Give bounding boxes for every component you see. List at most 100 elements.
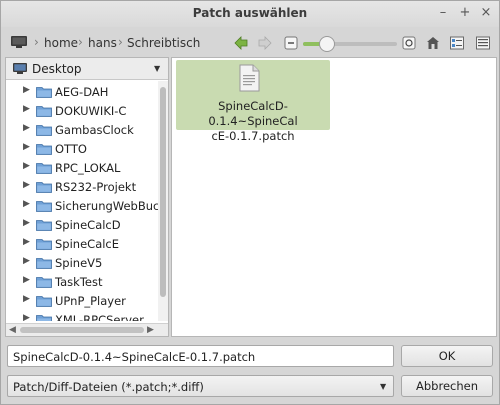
folder-label: SpineV5: [55, 256, 103, 270]
breadcrumb-home[interactable]: home: [44, 36, 78, 50]
expand-arrow-icon[interactable]: ▶: [23, 275, 30, 285]
folder-label: SpineCalcD: [55, 218, 121, 232]
folder-tree-item[interactable]: ▶ SpineV5: [6, 253, 158, 272]
folder-label: UPnP_Player: [55, 294, 126, 308]
ok-button[interactable]: OK: [401, 345, 493, 367]
folder-icon: [36, 220, 52, 231]
filter-value: Patch/Diff-Dateien (*.patch;*.diff): [13, 380, 204, 394]
horizontal-scrollbar[interactable]: ◀ ▶: [6, 323, 168, 336]
vertical-scrollbar[interactable]: [158, 81, 168, 321]
file-view: SpineCalcD-0.1.4~SpineCal cE-0.1.7.patch: [171, 57, 497, 337]
location-label: Desktop: [32, 62, 82, 76]
folder-icon: [36, 296, 52, 307]
folder-icon: [36, 106, 52, 117]
folder-icon: [36, 239, 52, 250]
folder-icon: [36, 201, 52, 212]
expand-arrow-icon[interactable]: ▶: [23, 313, 30, 321]
folder-label: SpineCalcE: [55, 237, 120, 251]
file-name-line: SpineCalcD-0.1.4~SpineCal: [208, 99, 298, 128]
zoom-out-icon[interactable]: [283, 35, 299, 51]
location-dropdown[interactable]: Desktop ▼: [6, 58, 168, 80]
folder-icon: [36, 163, 52, 174]
folder-tree-item[interactable]: ▶ UPnP_Player: [6, 291, 158, 310]
folder-tree-item[interactable]: ▶ RPC_LOKAL: [6, 158, 158, 177]
folder-label: GambasClock: [55, 123, 134, 137]
folder-tree: ▶ AEG-DAH ▶ DOKUWIKI-C ▶ GambasClock ▶ OTTO ▶ RPC…: [6, 81, 158, 321]
chevron-down-icon: ▼: [154, 64, 161, 73]
folder-tree-panel: Desktop ▼ ▶ AEG-DAH ▶ DOKUWIKI-C ▶ GambasCloc…: [5, 57, 169, 337]
view-list-icon[interactable]: [475, 35, 491, 51]
file-type-filter[interactable]: Patch/Diff-Dateien (*.patch;*.diff) ▼: [7, 375, 394, 397]
folder-icon: [36, 144, 52, 155]
zoom-slider-track[interactable]: [303, 42, 397, 46]
document-icon: [239, 64, 260, 92]
view-details-icon[interactable]: [449, 35, 465, 51]
expand-arrow-icon[interactable]: ▶: [23, 85, 30, 95]
folder-tree-item[interactable]: ▶ SicherungWebBuch: [6, 196, 158, 215]
home-icon[interactable]: [425, 35, 441, 51]
expand-arrow-icon[interactable]: ▶: [23, 142, 30, 152]
folder-tree-item[interactable]: ▶ DOKUWIKI-C: [6, 101, 158, 120]
cancel-button[interactable]: Abbrechen: [401, 375, 493, 397]
back-arrow-icon[interactable]: [233, 35, 249, 51]
filename-input[interactable]: SpineCalcD-0.1.4~SpineCalcE-0.1.7.patch: [7, 345, 394, 367]
breadcrumb-separator: ›: [118, 35, 123, 49]
zoom-reset-icon[interactable]: [401, 35, 417, 51]
folder-icon: [36, 315, 52, 321]
scrollbar-thumb[interactable]: [20, 327, 144, 333]
file-name: SpineCalcD-0.1.4~SpineCal cE-0.1.7.patch: [178, 99, 328, 144]
forward-arrow-icon[interactable]: [257, 35, 273, 51]
folder-icon: [36, 87, 52, 98]
dialog-title: Patch auswählen: [192, 6, 308, 20]
expand-arrow-icon[interactable]: ▶: [23, 256, 30, 266]
folder-icon: [36, 125, 52, 136]
breadcrumb-separator: ›: [34, 35, 39, 49]
expand-arrow-icon[interactable]: ▶: [23, 237, 30, 247]
expand-arrow-icon[interactable]: ▶: [23, 294, 30, 304]
maximize-button[interactable]: +: [457, 5, 473, 21]
file-item-selected[interactable]: SpineCalcD-0.1.4~SpineCal cE-0.1.7.patch: [176, 60, 330, 143]
expand-arrow-icon[interactable]: ▶: [23, 180, 30, 190]
desktop-icon: [13, 63, 27, 74]
expand-arrow-icon[interactable]: ▶: [23, 199, 30, 209]
expand-arrow-icon[interactable]: ▶: [23, 218, 30, 228]
computer-icon[interactable]: [10, 35, 28, 49]
folder-label: XML-RPCServer: [55, 313, 144, 321]
chevron-down-icon: ▼: [380, 382, 387, 391]
folder-tree-item[interactable]: ▶ AEG-DAH: [6, 82, 158, 101]
folder-label: RS232-Projekt: [55, 180, 137, 194]
file-name-line: cE-0.1.7.patch: [211, 129, 295, 143]
title-bar: Patch auswählen – + ×: [1, 1, 499, 27]
folder-label: TaskTest: [55, 275, 103, 289]
scrollbar-thumb[interactable]: [160, 87, 166, 297]
folder-label: DOKUWIKI-C: [55, 104, 127, 118]
file-chooser-dialog: Patch auswählen – + × › home › hans › Sc…: [0, 0, 500, 405]
folder-label: RPC_LOKAL: [55, 161, 121, 175]
expand-arrow-icon[interactable]: ▶: [23, 123, 30, 133]
breadcrumb-hans[interactable]: hans: [88, 36, 117, 50]
folder-tree-item[interactable]: ▶ RS232-Projekt: [6, 177, 158, 196]
folder-tree-item[interactable]: ▶ OTTO: [6, 139, 158, 158]
folder-tree-item[interactable]: ▶ SpineCalcD: [6, 215, 158, 234]
folder-icon: [36, 182, 52, 193]
folder-icon: [36, 258, 52, 269]
path-toolbar: › home › hans › Schreibtisch: [1, 29, 499, 57]
folder-tree-item[interactable]: ▶ GambasClock: [6, 120, 158, 139]
folder-tree-item[interactable]: ▶ SpineCalcE: [6, 234, 158, 253]
scroll-left-icon[interactable]: ◀: [9, 325, 16, 335]
filename-value: SpineCalcD-0.1.4~SpineCalcE-0.1.7.patch: [13, 350, 256, 364]
folder-tree-item[interactable]: ▶ XML-RPCServer: [6, 310, 158, 321]
folder-label: SicherungWebBuch: [55, 199, 158, 213]
close-button[interactable]: ×: [478, 5, 494, 21]
folder-label: OTTO: [55, 142, 87, 156]
zoom-slider-handle[interactable]: [319, 36, 335, 52]
minimize-button[interactable]: –: [435, 5, 451, 21]
folder-label: AEG-DAH: [55, 85, 109, 99]
folder-tree-item[interactable]: ▶ TaskTest: [6, 272, 158, 291]
expand-arrow-icon[interactable]: ▶: [23, 161, 30, 171]
folder-icon: [36, 277, 52, 288]
breadcrumb-schreibtisch[interactable]: Schreibtisch: [127, 36, 200, 50]
expand-arrow-icon[interactable]: ▶: [23, 104, 30, 114]
breadcrumb-separator: ›: [78, 35, 83, 49]
scroll-right-icon[interactable]: ▶: [147, 325, 154, 335]
